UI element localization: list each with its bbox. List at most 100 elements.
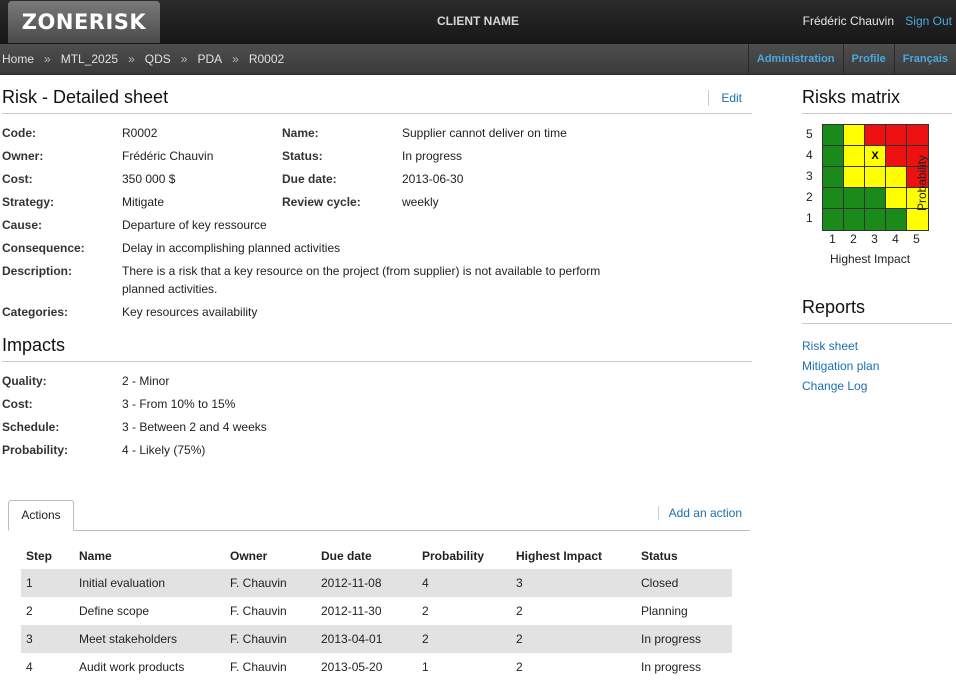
sign-out-link[interactable]: Sign Out — [905, 14, 952, 28]
cell-probability: 2 — [422, 604, 429, 618]
col-status[interactable]: Status — [636, 543, 732, 569]
matrix-cell — [886, 125, 907, 146]
reports-title: Reports — [802, 294, 952, 324]
risks-matrix: 5 4 3 2 1 X 1 2 3 4 5 Highest Impact Pro… — [802, 124, 952, 284]
table-row[interactable]: 1 Initial evaluation F. Chauvin 2012-11-… — [21, 569, 732, 597]
y-tick: 4 — [806, 148, 813, 162]
cell-step: 3 — [21, 625, 74, 653]
col-due-date[interactable]: Due date — [316, 543, 417, 569]
nav-language[interactable]: Français — [893, 44, 956, 75]
cell-name: Define scope — [79, 604, 150, 618]
breadcrumb-bar: Home » MTL_2025 » QDS » PDA » R0002 Admi… — [0, 44, 956, 75]
matrix-grid[interactable]: X — [822, 124, 929, 231]
cell-due-date: 2012-11-30 — [321, 604, 382, 618]
col-step[interactable]: Step — [21, 543, 74, 569]
categories-label: Categories: — [2, 305, 69, 319]
status-value: In progress — [402, 149, 463, 163]
consequence-value: Delay in accomplishing planned activitie… — [122, 241, 341, 255]
cell-highest-impact: 2 — [511, 625, 636, 653]
x-tick: 2 — [850, 232, 857, 246]
cell-owner: F. Chauvin — [225, 625, 316, 653]
strategy-label: Strategy: — [2, 195, 55, 209]
actions-tabs: Actions Add an action — [8, 500, 750, 531]
breadcrumb-separator: » — [180, 52, 188, 66]
consequence-label: Consequence: — [2, 241, 85, 255]
cell-highest-impact: 3 — [511, 569, 636, 597]
categories-value: Key resources availability — [122, 305, 258, 319]
col-probability[interactable]: Probability — [417, 543, 511, 569]
edit-link[interactable]: Edit — [708, 90, 742, 106]
risks-matrix-title: Risks matrix — [802, 84, 952, 114]
y-tick: 2 — [806, 190, 813, 204]
cell-owner: F. Chauvin — [230, 604, 287, 618]
page-title: Risk - Detailed sheet — [2, 87, 169, 107]
table-row[interactable]: 2 Define scope F. Chauvin 2012-11-30 2 2… — [21, 597, 732, 625]
breadcrumb-home[interactable]: Home — [2, 52, 34, 66]
breadcrumb-qds[interactable]: QDS — [145, 52, 171, 66]
code-value: R0002 — [122, 126, 158, 140]
quality-value: 2 - Minor — [122, 374, 170, 388]
cell-name: Meet stakeholders — [74, 625, 225, 653]
y-tick: 5 — [806, 127, 813, 141]
tab-actions[interactable]: Actions — [8, 500, 74, 531]
matrix-cell — [844, 167, 865, 188]
matrix-cell — [865, 167, 886, 188]
cell-status: Planning — [641, 604, 688, 618]
matrix-cell — [823, 209, 844, 230]
breadcrumb-project[interactable]: MTL_2025 — [61, 52, 118, 66]
x-tick: 1 — [829, 232, 836, 246]
report-risk-sheet-link[interactable]: Risk sheet — [802, 336, 952, 356]
cell-step: 1 — [21, 569, 74, 597]
due-date-value: 2013-06-30 — [402, 172, 464, 186]
cell-status: In progress — [636, 625, 732, 653]
description-label: Description: — [2, 264, 73, 278]
quality-label: Quality: — [2, 374, 47, 388]
matrix-marker: X — [865, 146, 886, 167]
actions-header-row: Step Name Owner Due date Probability Hig… — [21, 543, 732, 569]
cell-probability: 1 — [422, 660, 429, 674]
matrix-y-ticks: 5 4 3 2 1 — [806, 124, 813, 229]
cell-due-date: 2013-05-20 — [321, 660, 383, 674]
cause-label: Cause: — [2, 218, 43, 232]
matrix-cell — [886, 188, 907, 209]
review-cycle-label: Review cycle: — [282, 195, 361, 209]
top-bar: ZONERISK CLIENT NAME Frédéric Chauvin Si… — [0, 0, 956, 44]
y-tick: 1 — [806, 211, 813, 225]
matrix-x-ticks: 1 2 3 4 5 — [822, 232, 927, 246]
breadcrumb: Home » MTL_2025 » QDS » PDA » R0002 — [2, 52, 284, 66]
col-owner[interactable]: Owner — [225, 543, 316, 569]
x-tick: 5 — [913, 232, 920, 246]
due-date-label: Due date: — [282, 172, 337, 186]
description-value: There is a risk that a key resource on t… — [122, 264, 601, 296]
cell-name: Audit work products — [79, 660, 185, 674]
name-value: Supplier cannot deliver on time — [402, 126, 567, 140]
matrix-cell — [823, 167, 844, 188]
logo[interactable]: ZONERISK — [8, 1, 160, 43]
col-name[interactable]: Name — [74, 543, 225, 569]
impact-cost-value: 3 - From 10% to 15% — [122, 397, 236, 411]
cell-probability: 4 — [417, 569, 511, 597]
impacts-header: Impacts — [2, 332, 752, 362]
risk-fields: Code: R0002 Name: Supplier cannot delive… — [2, 124, 752, 326]
report-change-log-link[interactable]: Change Log — [802, 376, 952, 396]
matrix-cell — [886, 209, 907, 230]
matrix-x-axis-title: Highest Impact — [830, 252, 911, 266]
table-row[interactable]: 3 Meet stakeholders F. Chauvin 2013-04-0… — [21, 625, 732, 653]
impact-cost-label: Cost: — [2, 397, 33, 411]
matrix-cell — [865, 125, 886, 146]
table-row[interactable]: 4 Audit work products F. Chauvin 2013-05… — [21, 653, 732, 680]
matrix-cell — [844, 209, 865, 230]
cell-name: Initial evaluation — [74, 569, 225, 597]
add-action-link[interactable]: Add an action — [657, 506, 742, 520]
col-highest-impact[interactable]: Highest Impact — [511, 543, 636, 569]
nav-profile[interactable]: Profile — [842, 44, 894, 75]
breadcrumb-pda[interactable]: PDA — [197, 52, 222, 66]
nav-administration[interactable]: Administration — [747, 44, 843, 75]
matrix-cell — [886, 146, 907, 167]
report-mitigation-plan-link[interactable]: Mitigation plan — [802, 356, 952, 376]
x-tick: 4 — [892, 232, 899, 246]
actions-table: Step Name Owner Due date Probability Hig… — [21, 543, 732, 680]
review-cycle-value: weekly — [402, 195, 439, 209]
risk-sheet-header: Risk - Detailed sheet Edit — [2, 84, 752, 114]
breadcrumb-current: R0002 — [248, 52, 285, 66]
